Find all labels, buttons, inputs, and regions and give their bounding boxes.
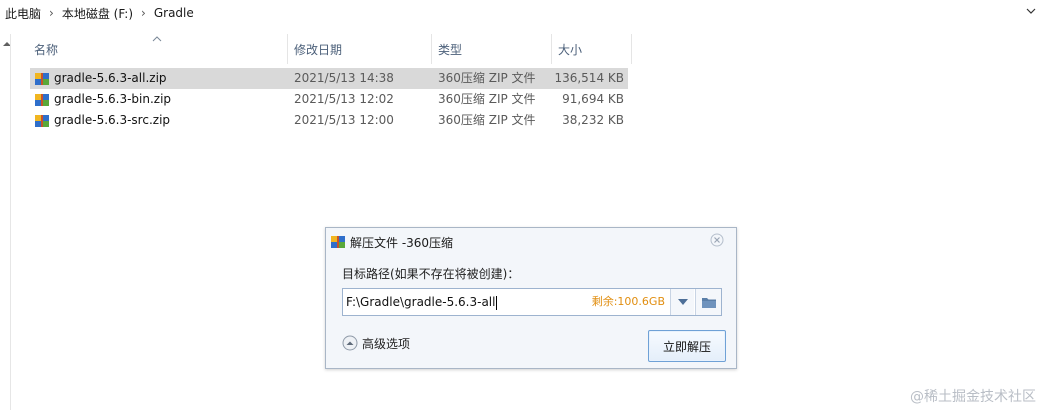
file-size: 38,232 KB — [562, 113, 624, 127]
zip-archive-icon — [35, 72, 49, 85]
target-path-field[interactable]: F:\Gradle\gradle-5.6.3-all 剩余:100.6GB — [342, 288, 722, 316]
text-caret — [496, 295, 498, 310]
navigation-scrollbar[interactable] — [0, 34, 14, 410]
column-header-date[interactable]: 修改日期 — [288, 34, 432, 64]
file-date: 2021/5/13 12:02 — [294, 92, 394, 106]
file-date: 2021/5/13 12:00 — [294, 113, 394, 127]
sort-ascending-icon — [152, 36, 162, 42]
chevron-down-icon[interactable] — [1024, 4, 1038, 18]
chevron-right-icon[interactable]: › — [137, 6, 150, 20]
zip-archive-icon — [331, 236, 345, 248]
file-row[interactable]: gradle-5.6.3-bin.zip 2021/5/13 12:02 360… — [30, 89, 628, 110]
file-row[interactable]: gradle-5.6.3-src.zip 2021/5/13 12:00 360… — [30, 110, 628, 131]
scrollbar-track — [10, 34, 11, 410]
zip-archive-icon — [35, 114, 49, 127]
column-header-name-label: 名称 — [34, 42, 59, 57]
folder-icon — [701, 298, 716, 308]
file-name-cell: gradle-5.6.3-all.zip — [34, 68, 167, 89]
advanced-options-label: 高级选项 — [362, 336, 411, 351]
file-type: 360压缩 ZIP 文件 — [438, 71, 536, 85]
column-divider[interactable] — [631, 34, 632, 64]
file-size: 91,694 KB — [562, 92, 624, 106]
target-path-input[interactable]: F:\Gradle\gradle-5.6.3-all — [346, 289, 498, 315]
free-space-indicator: 剩余:100.6GB — [591, 295, 665, 308]
dialog-title: 解压文件 -360压缩 — [350, 235, 454, 250]
file-name: gradle-5.6.3-src.zip — [54, 113, 171, 127]
triangle-down-icon — [677, 299, 688, 305]
breadcrumb-item-gradle[interactable]: Gradle — [150, 6, 198, 20]
file-date: 2021/5/13 14:38 — [294, 71, 394, 85]
dialog-title-bar[interactable]: 解压文件 -360压缩 — [330, 232, 453, 252]
target-path-value: F:\Gradle\gradle-5.6.3-all — [346, 295, 496, 309]
path-history-dropdown[interactable] — [670, 289, 694, 315]
breadcrumb-item-drive-f[interactable]: 本地磁盘 (F:) — [58, 5, 137, 22]
column-header-type-label: 类型 — [438, 42, 463, 57]
extract-now-button[interactable]: 立即解压 — [648, 330, 726, 362]
breadcrumb: 此电脑 › 本地磁盘 (F:) › Gradle — [0, 0, 1044, 26]
breadcrumb-item-this-pc[interactable]: 此电脑 — [0, 5, 45, 22]
column-header-size-label: 大小 — [558, 42, 583, 57]
column-header-type[interactable]: 类型 — [432, 34, 552, 64]
file-row[interactable]: gradle-5.6.3-all.zip 2021/5/13 14:38 360… — [30, 68, 628, 89]
file-type: 360压缩 ZIP 文件 — [438, 92, 536, 106]
file-name-cell: gradle-5.6.3-bin.zip — [34, 89, 171, 110]
target-path-label: 目标路径(如果不存在将被创建)： — [342, 267, 520, 281]
advanced-options-toggle[interactable]: 高级选项 — [342, 334, 410, 352]
file-name: gradle-5.6.3-all.zip — [54, 71, 167, 85]
file-type: 360压缩 ZIP 文件 — [438, 113, 536, 127]
file-name-cell: gradle-5.6.3-src.zip — [34, 110, 170, 131]
extract-dialog: 解压文件 -360压缩 目标路径(如果不存在将被创建)： F:\Gradle\g… — [325, 227, 737, 369]
close-icon[interactable] — [710, 233, 724, 247]
column-header-date-label: 修改日期 — [294, 42, 343, 57]
browse-folder-button[interactable] — [695, 289, 721, 315]
file-name: gradle-5.6.3-bin.zip — [54, 92, 172, 106]
chevron-up-circle-icon — [342, 335, 358, 351]
watermark: @稀土掘金技术社区 — [910, 389, 1036, 405]
chevron-right-icon[interactable]: › — [45, 6, 58, 20]
zip-archive-icon — [35, 93, 49, 106]
column-header-size[interactable]: 大小 — [552, 34, 632, 64]
column-header-name[interactable]: 名称 — [30, 34, 288, 64]
file-size: 136,514 KB — [554, 71, 624, 85]
